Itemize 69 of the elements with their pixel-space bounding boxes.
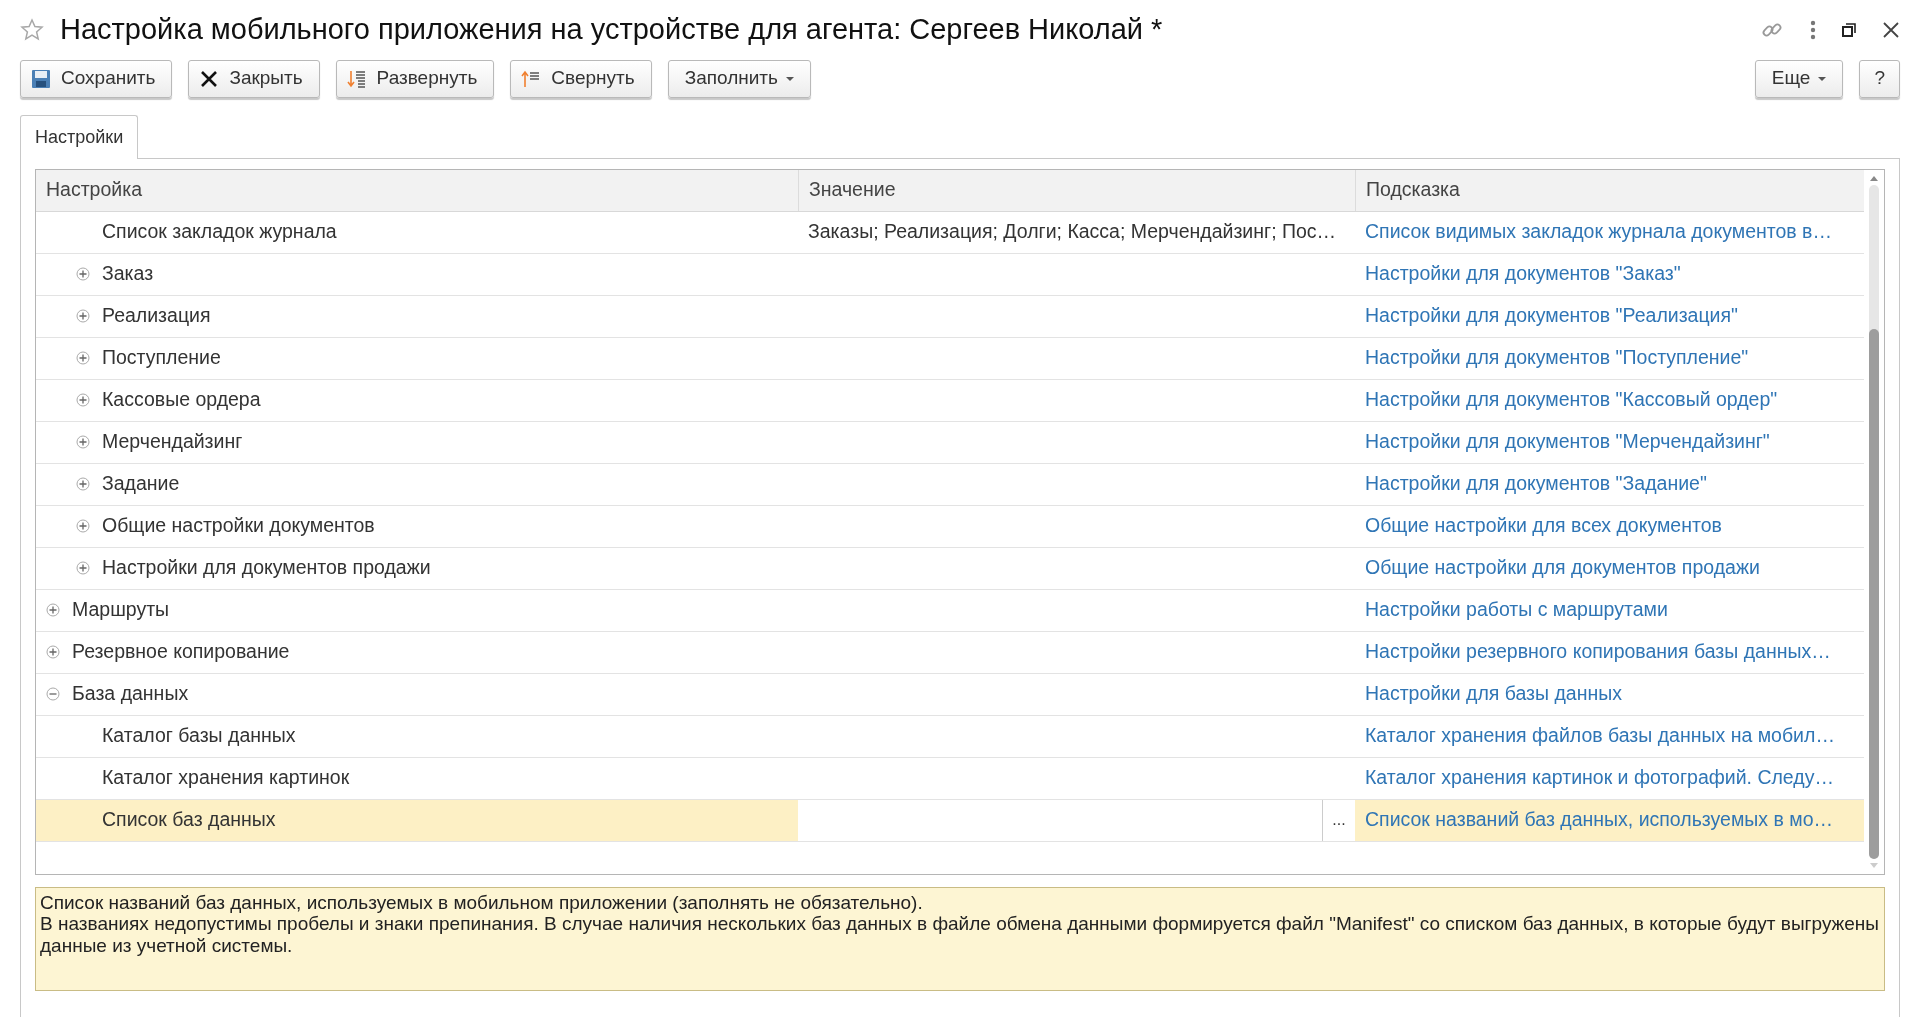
hint-link[interactable]: Настройки для документов "Мерчендайзинг" (1365, 427, 1770, 457)
table-cell-text: Задание (102, 471, 180, 497)
collapse-icon[interactable] (46, 687, 60, 701)
caret-icon (785, 76, 794, 81)
table-cell-text: Общие настройки документов (102, 513, 375, 539)
table-cell-text: Заказы; Реализация; Долги; Касса; Мерчендайзинг; Пос… (808, 219, 1337, 245)
expand-icon[interactable] (76, 351, 90, 365)
hint-link[interactable]: Общие настройки для всех документов (1365, 511, 1722, 541)
collapse-list-icon (521, 68, 542, 89)
table-cell-text: Настройки для документов продажи (102, 555, 431, 581)
expand-icon[interactable] (76, 477, 90, 491)
table-cell-text: Маршруты (72, 597, 170, 623)
floppy-icon (31, 68, 51, 89)
value-input-field[interactable] (798, 799, 1323, 841)
help-button[interactable]: ? (1859, 59, 1900, 98)
expand-icon[interactable] (46, 603, 60, 617)
toolbar-button[interactable]: Свернуть (510, 59, 652, 98)
toolbar-button[interactable]: Еще (1754, 59, 1844, 98)
tab[interactable]: Настройки (20, 114, 139, 159)
caret-icon (1818, 76, 1827, 81)
expand-icon[interactable] (46, 645, 60, 659)
expand-icon[interactable] (76, 435, 90, 449)
expand-icon[interactable] (76, 267, 90, 281)
hint-link[interactable]: Каталог хранения картинок и фотографий. Следу… (1365, 763, 1834, 793)
toolbar-button[interactable]: Развернуть (335, 59, 495, 98)
table-cell-text: Реализация (102, 303, 211, 329)
description-text: В названиях недопустимы пробелы и знаки препинания. В случае наличия нескольких баз данных в файле обмена данными формируется файл "Manifest" со списком баз данных, в которые будут выгружены данные из учетной системы. (40, 913, 1880, 958)
more-icon[interactable] (1810, 19, 1816, 40)
hint-link[interactable]: Каталог хранения файлов базы данных на мобил… (1365, 721, 1835, 751)
selected-row[interactable]: Список баз данных ... Список названий баз данных, используемых в мо… (36, 799, 1864, 842)
toolbar-button[interactable]: Сохранить (20, 59, 173, 98)
expand-list-icon (346, 68, 367, 89)
scroll-up-icon[interactable] (1870, 175, 1878, 181)
toolbar-button[interactable]: Закрыть (188, 59, 320, 98)
star-icon[interactable] (20, 17, 44, 42)
hint-link[interactable]: Настройки для документов "Заказ" (1365, 259, 1681, 289)
column-header[interactable]: Значение (798, 169, 1355, 211)
hint-link[interactable]: Настройки для базы данных (1365, 679, 1622, 709)
expand-icon[interactable] (76, 309, 90, 323)
table-cell-text: Заказ (102, 261, 154, 287)
hint-link[interactable]: Общие настройки для документов продажи (1365, 553, 1760, 583)
table-cell-text: Поступление (102, 345, 221, 371)
table-cell-text: Резервное копирование (72, 639, 290, 665)
table-cell-text: База данных (72, 681, 189, 707)
hint-link[interactable]: Список видимых закладок журнала документов в… (1365, 217, 1832, 247)
hint-link[interactable]: Настройки резервного копирования базы данных… (1365, 637, 1831, 667)
description-text: Список названий баз данных, используемых в мобильном приложении (заполнять не обязательно). (40, 891, 924, 914)
table-cell-text: Мерчендайзинг (102, 429, 243, 455)
table-cell-text: Каталог базы данных (102, 723, 296, 749)
expand-icon[interactable] (76, 561, 90, 575)
hint-link[interactable]: Список названий баз данных, используемых в мо… (1365, 805, 1834, 835)
restore-icon[interactable] (1842, 22, 1856, 37)
expand-icon[interactable] (76, 393, 90, 407)
choice-button[interactable]: ... (1323, 799, 1355, 841)
window-title: Настройка мобильного приложения на устройстве для агента: Сергеев Николай * (60, 12, 1163, 47)
hint-link[interactable]: Настройки для документов "Задание" (1365, 469, 1707, 499)
table-cell-text: Кассовые ордера (102, 387, 261, 413)
hint-link[interactable]: Настройки работы с маршрутами (1365, 595, 1668, 625)
close-icon[interactable] (1882, 20, 1900, 39)
hint-link[interactable]: Настройки для документов "Кассовый ордер" (1365, 385, 1778, 415)
expand-icon[interactable] (76, 519, 90, 533)
close-icon (199, 68, 220, 89)
table-cell-text: Каталог хранения картинок (102, 765, 350, 791)
hint-link[interactable]: Настройки для документов "Реализация" (1365, 301, 1738, 331)
hint-link[interactable]: Настройки для документов "Поступление" (1365, 343, 1749, 373)
column-header[interactable]: Настройка (36, 169, 798, 211)
table-cell-text: Список закладок журнала (102, 219, 337, 245)
table-cell-text: Список баз данных (102, 807, 276, 833)
toolbar-button[interactable]: Заполнить (667, 59, 811, 98)
